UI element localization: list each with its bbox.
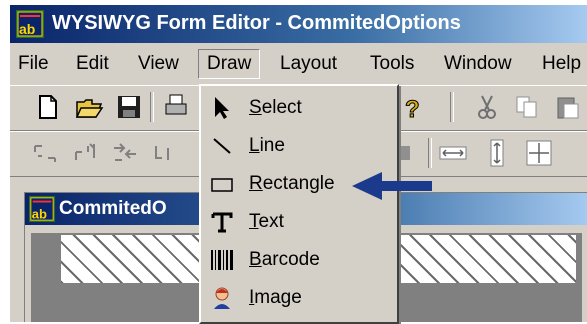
menu-item-label: Select — [249, 97, 302, 118]
rectangle-icon — [211, 178, 233, 192]
menu-help[interactable]: Help — [542, 53, 581, 75]
paste-clipboard-icon[interactable] — [552, 92, 582, 122]
menu-item-text[interactable]: Text — [201, 204, 397, 240]
text-icon — [211, 212, 233, 233]
menu-tools[interactable]: Tools — [370, 53, 414, 75]
menu-item-label: Rectangle — [249, 173, 335, 194]
svg-text:ab: ab — [19, 21, 35, 37]
help-question-icon[interactable]: ? — [398, 92, 428, 123]
align-top-icon[interactable] — [70, 138, 100, 168]
cut-scissors-icon[interactable] — [472, 92, 502, 122]
toolbar-separator — [450, 92, 454, 122]
menu-view[interactable]: View — [138, 53, 179, 75]
open-folder-icon[interactable] — [74, 92, 104, 122]
menu-item-label: Barcode — [249, 249, 320, 270]
menu-item-label: Line — [249, 135, 285, 156]
title-bar[interactable]: ab WYSIWYG Form Editor - CommitedOptions — [10, 5, 587, 43]
menu-item-select[interactable]: Select — [201, 90, 397, 126]
arrow-pointer-icon — [215, 97, 229, 119]
app-logo-icon: ab — [29, 196, 55, 222]
menu-window[interactable]: Window — [444, 53, 512, 75]
print-icon[interactable] — [160, 92, 190, 122]
menu-item-label: Image — [249, 287, 302, 308]
window-title: WYSIWYG Form Editor - CommitedOptions — [52, 12, 461, 34]
menu-item-line[interactable]: Line — [201, 128, 397, 164]
app-logo-icon: ab — [16, 10, 44, 38]
draw-menu-dropdown: Select Line Rectangle Text Barcode Image — [199, 84, 399, 324]
align-left-icon[interactable] — [30, 138, 60, 168]
same-height-icon[interactable] — [482, 138, 512, 168]
copy-icon[interactable] — [512, 92, 542, 122]
save-disk-icon[interactable] — [114, 92, 144, 122]
svg-text:?: ? — [405, 96, 420, 122]
svg-text:ab: ab — [32, 206, 47, 221]
child-window-title: CommitedO — [59, 198, 167, 219]
menu-item-image[interactable]: Image — [201, 280, 397, 316]
menu-item-barcode[interactable]: Barcode — [201, 242, 397, 278]
toolbar-separator — [428, 138, 432, 168]
same-width-icon[interactable] — [438, 138, 468, 168]
image-icon — [214, 287, 230, 309]
menu-item-label: Text — [249, 211, 284, 232]
barcode-icon — [211, 250, 233, 270]
toolbar-separator — [150, 92, 154, 122]
align-right-icon[interactable] — [110, 138, 140, 168]
new-document-icon[interactable] — [32, 92, 62, 122]
annotation-arrow-icon — [352, 172, 432, 200]
menu-draw[interactable]: Draw — [198, 49, 261, 79]
menu-layout[interactable]: Layout — [280, 53, 337, 75]
same-size-icon[interactable] — [524, 138, 554, 168]
align-bottom-icon[interactable] — [150, 138, 180, 168]
menu-bar: File Edit View Draw Layout Tools Window … — [10, 45, 587, 83]
menu-edit[interactable]: Edit — [76, 53, 109, 75]
line-icon — [213, 138, 231, 154]
menu-file[interactable]: File — [18, 53, 49, 75]
